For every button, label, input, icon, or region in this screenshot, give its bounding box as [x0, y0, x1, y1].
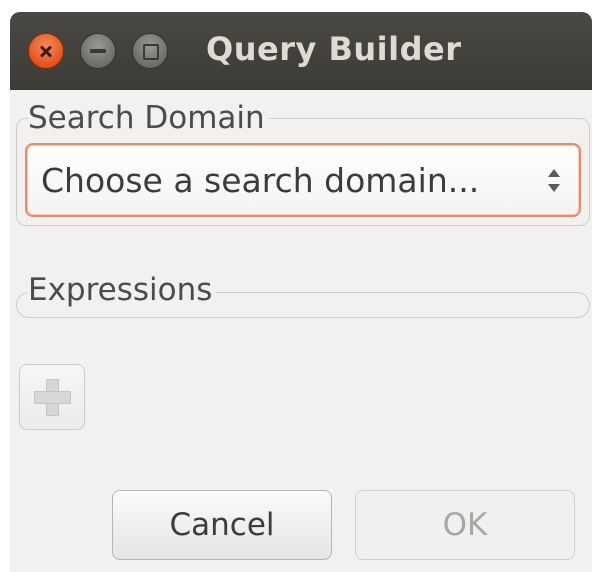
expressions-label: Expressions [28, 272, 217, 308]
query-builder-window: Query Builder Search Domain Choose a sea… [10, 12, 592, 572]
ok-button[interactable]: OK [355, 490, 575, 560]
add-expression-button[interactable] [19, 364, 85, 430]
close-window-button[interactable] [28, 33, 64, 69]
cancel-button[interactable]: Cancel [112, 490, 332, 560]
search-domain-combobox[interactable]: Choose a search domain... [25, 143, 581, 217]
window-title: Query Builder [206, 30, 462, 68]
updown-arrows-icon [547, 167, 561, 195]
search-domain-label: Search Domain [28, 100, 269, 136]
maximize-window-button[interactable] [132, 33, 168, 69]
title-bar[interactable]: Query Builder [10, 12, 592, 90]
search-domain-combo-value: Choose a search domain... [41, 161, 480, 200]
minimize-window-button[interactable] [80, 33, 116, 69]
